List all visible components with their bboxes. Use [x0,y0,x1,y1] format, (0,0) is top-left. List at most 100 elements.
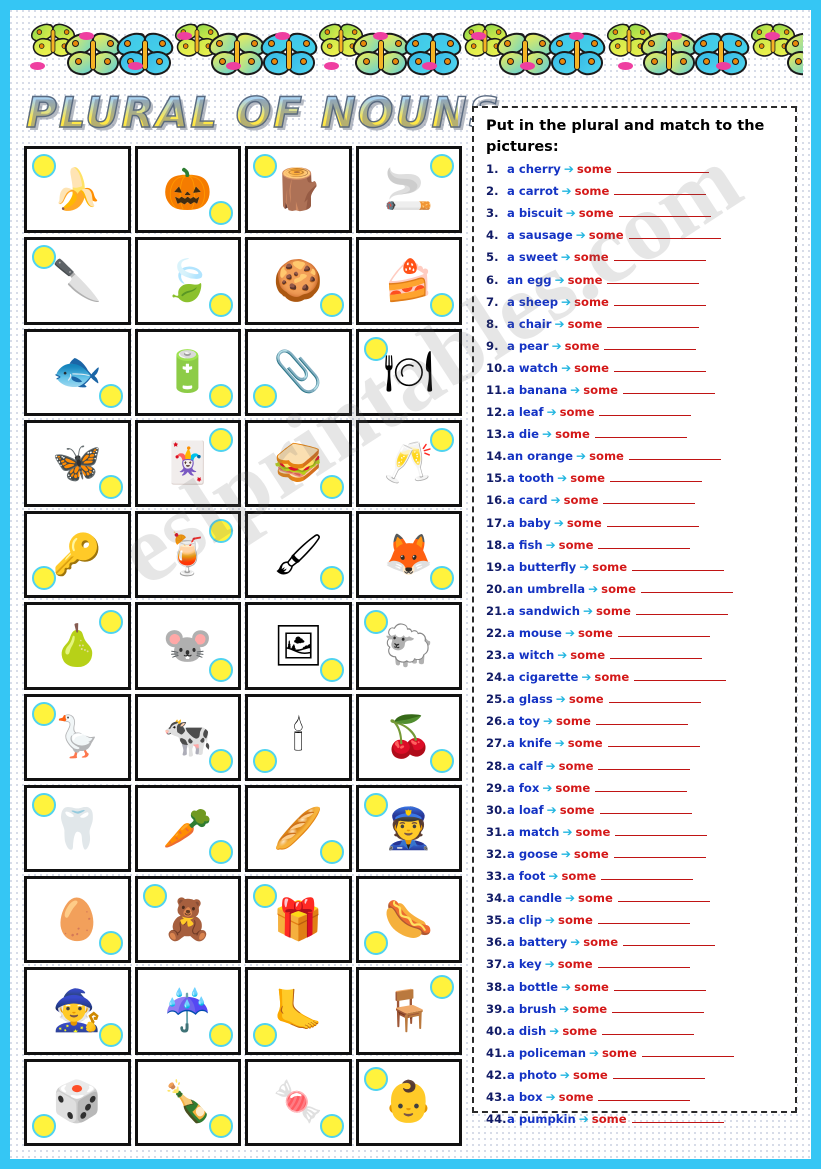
picture-cell-witches[interactable]: 🧙 [24,967,131,1055]
plural-answer-blank[interactable] [598,759,691,770]
answer-bubble[interactable] [209,1114,233,1138]
plural-answer-blank[interactable] [613,250,706,262]
picture-cell-babies[interactable]: 👶 [355,1058,462,1146]
answer-bubble[interactable] [32,792,56,817]
plural-answer-blank[interactable] [623,935,716,947]
answer-bubble[interactable] [253,1022,277,1047]
answer-bubble[interactable] [209,383,233,408]
plural-answer-blank[interactable] [610,648,703,660]
answer-bubble[interactable] [319,475,344,500]
picture-cell-biscuits[interactable]: 🍪 [245,237,352,325]
picture-cell-sandwiches[interactable]: 🥪 [245,419,352,508]
picture-cell-feet[interactable]: 🦶 [245,967,352,1055]
plural-answer-blank[interactable] [616,162,709,174]
plural-answer-blank[interactable] [612,1068,705,1079]
picture-cell-butterflies[interactable]: 🦋 [24,419,131,508]
picture-cell-geese[interactable]: 🪿 [24,693,131,781]
plural-answer-blank[interactable] [595,714,688,726]
picture-cell-batteries[interactable]: 🔋 [134,328,241,416]
plural-answer-blank[interactable] [607,317,700,328]
answer-bubble[interactable] [363,610,388,635]
picture-cell-clips[interactable]: 📎 [245,328,352,416]
plural-answer-blank[interactable] [601,869,694,881]
plural-answer-blank[interactable] [632,560,725,571]
plural-answer-blank[interactable] [613,847,706,858]
picture-cell-cherries[interactable]: 🍒 [355,693,462,781]
picture-cell-foxes[interactable]: 🦊 [355,511,462,599]
picture-cell-sausages[interactable]: 🌭 [355,876,462,964]
plural-answer-blank[interactable] [607,273,700,284]
answer-bubble[interactable] [430,292,454,317]
picture-cell-pumpkins[interactable]: 🎃 [134,146,241,234]
answer-bubble[interactable] [319,1114,344,1138]
picture-cell-loaves[interactable]: 🥖 [245,784,352,873]
answer-bubble[interactable] [363,792,388,817]
plural-answer-blank[interactable] [599,405,692,417]
answer-bubble[interactable] [98,610,123,635]
plural-answer-blank[interactable] [617,891,710,903]
plural-answer-blank[interactable] [598,538,691,549]
answer-bubble[interactable] [253,383,277,408]
plural-answer-blank[interactable] [607,736,700,748]
plural-answer-blank[interactable] [623,383,716,394]
answer-bubble[interactable] [209,519,233,544]
answer-bubble[interactable] [209,840,233,865]
answer-bubble[interactable] [142,884,167,909]
picture-cell-cigarettes[interactable]: 🚬 [355,146,462,234]
picture-cell-umbrellas[interactable]: ☔ [134,967,241,1055]
answer-bubble[interactable] [98,931,123,956]
answer-bubble[interactable] [209,748,233,773]
picture-cell-cards[interactable]: 🃏 [134,419,241,508]
answer-bubble[interactable] [430,748,454,773]
answer-bubble[interactable] [363,931,388,956]
plural-answer-blank[interactable] [615,825,708,836]
answer-bubble[interactable] [363,1066,388,1091]
plural-answer-blank[interactable] [606,516,699,527]
plural-answer-blank[interactable] [613,980,706,991]
picture-cell-mice[interactable]: 🐭 [134,602,241,690]
answer-bubble[interactable] [98,1022,123,1047]
answer-bubble[interactable] [363,336,388,361]
plural-answer-blank[interactable] [610,471,703,483]
plural-answer-blank[interactable] [634,670,727,682]
picture-cell-carrots[interactable]: 🥕 [134,784,241,873]
picture-cell-policemen[interactable]: 👮 [355,784,462,873]
answer-bubble[interactable] [209,427,233,452]
picture-cell-pears[interactable]: 🍐 [24,602,131,690]
picture-cell-knives[interactable]: 🔪 [24,237,131,325]
picture-cell-bottles[interactable]: 🍾 [134,1058,241,1146]
plural-answer-blank[interactable] [598,1090,691,1101]
plural-answer-blank[interactable] [603,493,696,505]
plural-answer-blank[interactable] [628,228,721,240]
answer-bubble[interactable] [32,701,56,726]
answer-bubble[interactable] [319,840,344,865]
answer-bubble[interactable] [319,292,344,317]
picture-cell-matches[interactable]: 🪵 [245,146,352,234]
plural-answer-blank[interactable] [602,1024,695,1035]
plural-answer-blank[interactable] [640,582,733,593]
picture-cell-dice[interactable]: 🎲 [24,1058,131,1146]
picture-cell-chairs[interactable]: 🪑 [355,967,462,1055]
picture-cell-teeth[interactable]: 🦷 [24,784,131,873]
picture-cell-dishes[interactable]: 🍽 [355,328,462,416]
plural-answer-blank[interactable] [604,339,697,350]
picture-cell-photos[interactable]: 🖼 [245,602,352,690]
picture-cell-cakes[interactable]: 🍰 [355,237,462,325]
picture-cell-eggs[interactable]: 🥚 [24,876,131,964]
answer-bubble[interactable] [209,292,233,317]
plural-answer-blank[interactable] [608,692,701,704]
answer-bubble[interactable] [430,427,454,452]
picture-cell-toys[interactable]: 🧸 [134,876,241,964]
plural-answer-blank[interactable] [597,913,690,925]
answer-bubble[interactable] [253,154,277,178]
picture-cell-bananas[interactable]: 🍌 [24,146,131,234]
plural-answer-blank[interactable] [635,604,728,615]
answer-bubble[interactable] [253,748,277,773]
answer-bubble[interactable] [253,884,277,909]
answer-bubble[interactable] [319,566,344,591]
answer-bubble[interactable] [98,383,123,408]
answer-bubble[interactable] [209,657,233,682]
picture-cell-sweets[interactable]: 🍬 [245,1058,352,1146]
picture-cell-fish[interactable]: 🐟 [24,328,131,416]
picture-cell-brushes[interactable]: 🖌 [245,511,352,599]
